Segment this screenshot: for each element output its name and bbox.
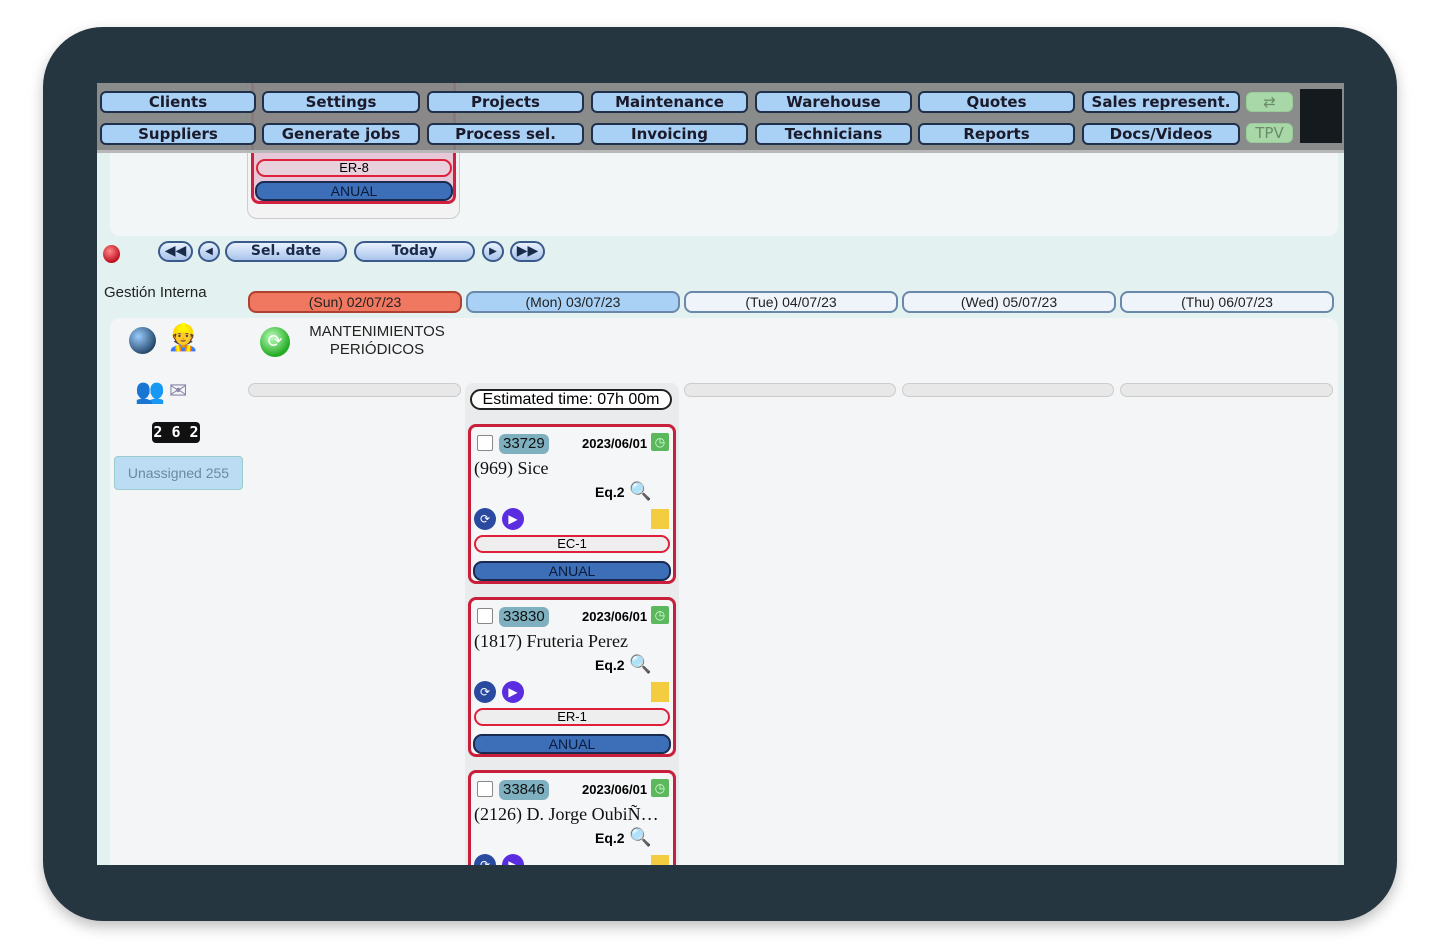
- day-header-thu[interactable]: (Thu) 06/07/23: [1120, 291, 1334, 313]
- job-code: EC-1: [474, 535, 670, 553]
- last-page-icon[interactable]: ▶▶: [510, 241, 545, 262]
- nav-reports[interactable]: Reports: [918, 123, 1075, 145]
- job-id[interactable]: 33846: [499, 780, 549, 800]
- job-date: 2023/06/01: [582, 782, 648, 797]
- play-icon[interactable]: ▶: [502, 681, 524, 703]
- section-title-line-1: MANTENIMIENTOS: [309, 323, 445, 340]
- swap-icon[interactable]: ⇄: [1246, 92, 1293, 112]
- note-icon[interactable]: [651, 682, 669, 702]
- nav-quotes[interactable]: Quotes: [918, 91, 1075, 113]
- job-checkbox[interactable]: [477, 435, 493, 451]
- nav-process-sel[interactable]: Process sel.: [427, 123, 584, 145]
- day-header-mon[interactable]: (Mon) 03/07/23: [466, 291, 680, 313]
- job-checkbox[interactable]: [477, 608, 493, 624]
- job-equipment: Eq.2: [595, 484, 625, 500]
- job-id[interactable]: 33729: [499, 434, 549, 454]
- unassigned-button[interactable]: Unassigned 255: [114, 456, 243, 490]
- sync-icon[interactable]: ⟳: [474, 508, 496, 530]
- status-dot-red: [103, 245, 120, 263]
- group-label: Gestión Interna: [104, 284, 207, 301]
- nav-tpv[interactable]: TPV: [1246, 123, 1293, 143]
- technician-icon[interactable]: 👷: [167, 323, 199, 353]
- job-frequency: ANUAL: [255, 181, 453, 201]
- job-client: (1817) Fruteria Perez: [474, 631, 628, 651]
- job-card[interactable]: 33846 2023/06/01 ◷ (2126) D. Jorge OubiÑ…: [468, 770, 676, 865]
- job-code: ER-1: [474, 708, 670, 726]
- nav-settings[interactable]: Settings: [262, 91, 420, 113]
- section-title-line-2: PERIÓDICOS: [329, 341, 425, 358]
- app-screen: ER-8 ANUAL Clients Settings Projects Mai…: [97, 83, 1344, 865]
- sync-icon[interactable]: ⟳: [474, 854, 496, 865]
- first-page-icon[interactable]: ◀◀: [158, 241, 193, 262]
- day-slot-sun[interactable]: [248, 383, 461, 397]
- nav-projects[interactable]: Projects: [427, 91, 584, 113]
- next-page-icon[interactable]: ▶: [482, 241, 504, 262]
- day-header-sun[interactable]: (Sun) 02/07/23: [248, 291, 462, 313]
- user-avatar-box[interactable]: [1300, 89, 1342, 143]
- nav-docs-videos[interactable]: Docs/Videos: [1082, 123, 1240, 145]
- note-icon[interactable]: [651, 509, 669, 529]
- clock-icon[interactable]: ◷: [651, 779, 669, 797]
- play-icon[interactable]: ▶: [502, 854, 524, 865]
- job-date: 2023/06/01: [582, 436, 648, 451]
- note-icon[interactable]: [651, 855, 669, 865]
- job-frequency: ANUAL: [473, 561, 671, 581]
- nav-generate-jobs[interactable]: Generate jobs: [262, 123, 420, 145]
- globe-icon[interactable]: [129, 327, 156, 354]
- job-id[interactable]: 33830: [499, 607, 549, 627]
- nav-invoicing[interactable]: Invoicing: [591, 123, 748, 145]
- counter-badge: 2 6 2: [152, 422, 200, 443]
- today-button[interactable]: Today: [354, 241, 475, 262]
- section-title: MANTENIMIENTOS PERIÓDICOS: [297, 323, 457, 359]
- sel-date-button[interactable]: Sel. date: [225, 241, 347, 262]
- day-slot-tue[interactable]: [684, 383, 896, 397]
- job-client: (969) Sice: [474, 458, 549, 478]
- users-icon[interactable]: 👥: [135, 377, 165, 405]
- job-card[interactable]: 33830 2023/06/01 ◷ (1817) Fruteria Perez…: [468, 597, 676, 757]
- nav-maintenance[interactable]: Maintenance: [591, 91, 748, 113]
- job-card[interactable]: 33729 2023/06/01 ◷ (969) Sice Eq.2 🔍 ⟳ ▶…: [468, 424, 676, 584]
- play-icon[interactable]: ▶: [502, 508, 524, 530]
- estimated-time: Estimated time: 07h 00m: [470, 389, 672, 410]
- day-header-tue[interactable]: (Tue) 04/07/23: [684, 291, 898, 313]
- mail-icon[interactable]: ✉: [169, 379, 187, 404]
- main-navbar: Clients Settings Projects Maintenance Wa…: [97, 83, 1344, 153]
- sync-icon[interactable]: ⟳: [474, 681, 496, 703]
- nav-warehouse[interactable]: Warehouse: [755, 91, 912, 113]
- refresh-icon[interactable]: ⟳: [260, 327, 290, 357]
- job-equipment: Eq.2: [595, 830, 625, 846]
- nav-sales-represent[interactable]: Sales represent.: [1082, 91, 1240, 113]
- nav-suppliers[interactable]: Suppliers: [100, 123, 256, 145]
- search-icon[interactable]: 🔍: [629, 481, 651, 502]
- search-icon[interactable]: 🔍: [629, 654, 651, 675]
- clock-icon[interactable]: ◷: [651, 433, 669, 451]
- nav-clients[interactable]: Clients: [100, 91, 256, 113]
- job-code: ER-8: [256, 159, 452, 177]
- prev-page-icon[interactable]: ◀: [198, 241, 220, 262]
- job-equipment: Eq.2: [595, 657, 625, 673]
- job-checkbox[interactable]: [477, 781, 493, 797]
- job-date: 2023/06/01: [582, 609, 648, 624]
- job-frequency: ANUAL: [473, 734, 671, 754]
- day-slot-thu[interactable]: [1120, 383, 1333, 397]
- clock-icon[interactable]: ◷: [651, 606, 669, 624]
- day-header-wed[interactable]: (Wed) 05/07/23: [902, 291, 1116, 313]
- planner-area: [110, 318, 1338, 865]
- job-client: (2126) D. Jorge OubiÑ…: [474, 804, 659, 824]
- nav-technicians[interactable]: Technicians: [755, 123, 912, 145]
- search-icon[interactable]: 🔍: [629, 827, 651, 848]
- day-slot-wed[interactable]: [902, 383, 1114, 397]
